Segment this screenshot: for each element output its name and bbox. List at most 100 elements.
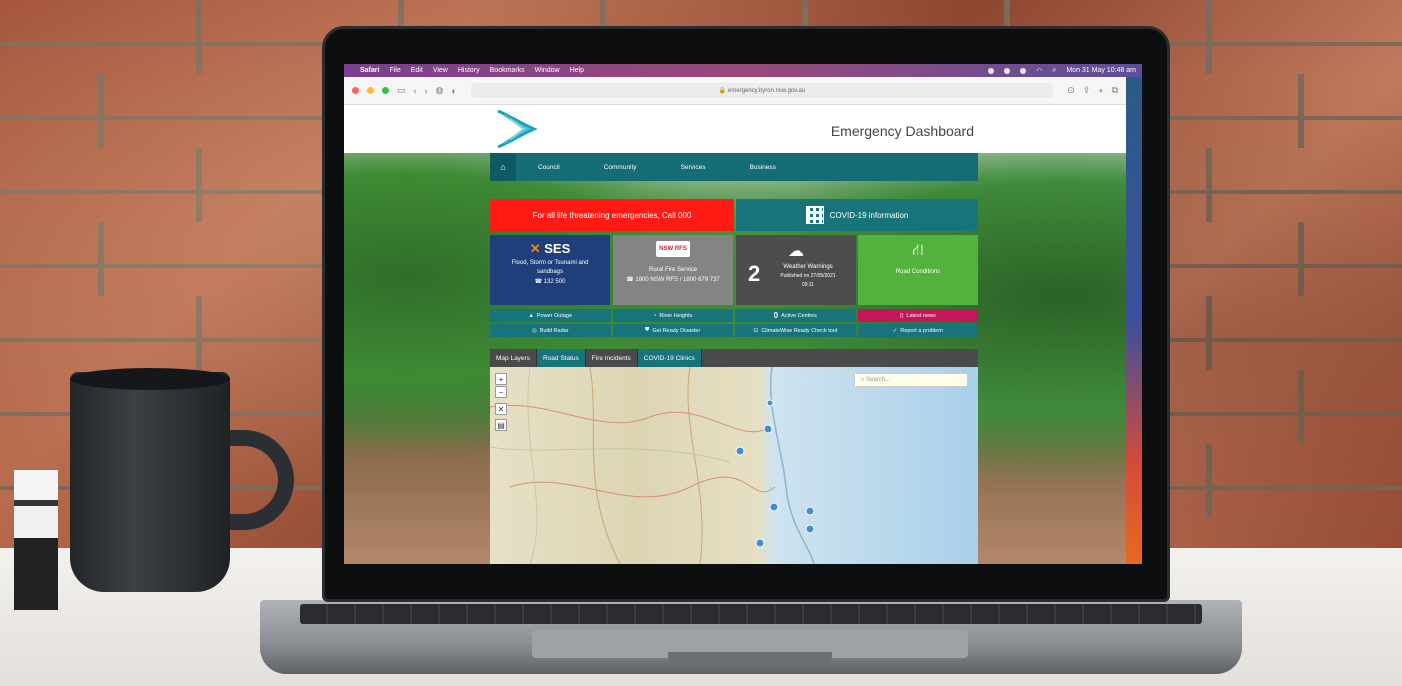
- site-content: ⌂ Council Community Services Business Fo…: [344, 153, 1126, 564]
- ses-line2: sandbags: [536, 269, 564, 275]
- menu-app-name[interactable]: Safari: [360, 67, 379, 74]
- ses-logo: ✕ SES: [490, 241, 610, 257]
- laptop-notch: [668, 652, 832, 666]
- wifi-icon[interactable]: ◠: [1036, 67, 1042, 75]
- zoom-in-button[interactable]: +: [495, 373, 507, 385]
- theme-icon[interactable]: ◐: [451, 86, 456, 96]
- nav-services[interactable]: Services: [659, 164, 728, 171]
- rfs-title: Rural Fire Service: [648, 267, 697, 273]
- map-view[interactable]: + − ✕ ▤ ⌕ Search...: [490, 367, 978, 564]
- report-problem-button[interactable]: ✓ Report a problem: [857, 324, 978, 337]
- main-nav: ⌂ Council Community Services Business: [490, 153, 978, 181]
- desktop-wallpaper-strip: [1126, 77, 1142, 564]
- tab-overview-icon[interactable]: ⧉: [1112, 85, 1118, 96]
- rfs-logo: NSW RFS: [656, 241, 690, 257]
- build-radar-button[interactable]: ◎ Build Radar: [490, 324, 611, 337]
- nav-council[interactable]: Council: [516, 164, 582, 171]
- layers-icon[interactable]: ▤: [495, 419, 507, 431]
- nav-business[interactable]: Business: [728, 164, 798, 171]
- radar-icon: ◎: [531, 327, 537, 334]
- roads-title: Road Conditions: [895, 269, 941, 275]
- back-icon[interactable]: ‹: [414, 86, 417, 96]
- map-search-placeholder: Search...: [866, 377, 891, 383]
- sidebar-icon[interactable]: ▭: [397, 85, 406, 96]
- power-outage-button[interactable]: ▲ Power Outage: [490, 309, 611, 322]
- menu-window[interactable]: Window: [535, 67, 560, 74]
- climatewise-button[interactable]: ☑ ClimateWise Ready Check tool: [735, 324, 856, 337]
- tab-covid-clinics[interactable]: COVID-19 Clinics: [637, 349, 702, 367]
- browser-toolbar: ▭ ‹ › ◍ ◐ 🔒 emergency.byron.nsw.gov.au ⊙…: [344, 77, 1126, 105]
- quick-links-row-2: ◎ Build Radar ⛊ Get Ready Disaster ☑ Climat…: [490, 324, 978, 337]
- menu-view[interactable]: View: [433, 67, 448, 74]
- ses-line1: Flood, Storm or Tsunami and: [511, 260, 589, 266]
- forward-icon[interactable]: ›: [425, 86, 428, 96]
- latest-news-label: Latest news: [906, 312, 936, 319]
- active-centres-button[interactable]: 0 Active Centres: [735, 309, 856, 322]
- check-icon: ✓: [892, 327, 898, 334]
- rfs-tile[interactable]: NSW RFS Rural Fire Service ☎ 1800 NSW RF…: [613, 235, 733, 305]
- river-heights-button[interactable]: ◔ River Heights: [612, 309, 733, 322]
- safari-window: ▭ ‹ › ◍ ◐ 🔒 emergency.byron.nsw.gov.au ⊙…: [344, 77, 1126, 564]
- report-problem-label: Report a problem: [900, 327, 943, 334]
- nav-community[interactable]: Community: [582, 164, 659, 171]
- site-header: Emergency Dashboard: [344, 105, 1126, 153]
- tab-road-status[interactable]: Road Status: [536, 349, 586, 367]
- home-icon[interactable]: ⌂: [490, 153, 516, 181]
- status-icon[interactable]: [988, 67, 995, 74]
- lock-icon: 🔒: [718, 88, 728, 94]
- address-url: emergency.byron.nsw.gov.au: [728, 87, 806, 94]
- status-icon[interactable]: [1020, 67, 1027, 74]
- weather-warning-count: 2: [748, 261, 761, 286]
- menu-help[interactable]: Help: [570, 67, 584, 74]
- road-conditions-tile[interactable]: ⛙ Road Conditions: [858, 235, 978, 305]
- get-ready-label: Get Ready Disaster: [652, 327, 701, 334]
- weather-warnings-tile[interactable]: ☁ 2 Weather Warnings Published on 27/05/…: [736, 235, 856, 305]
- fullscreen-map-icon[interactable]: ✕: [495, 403, 507, 415]
- menubar-clock[interactable]: Mon 31 May 10:48 am: [1066, 67, 1136, 74]
- new-tab-icon[interactable]: +: [1098, 86, 1103, 96]
- coffee-mug: [70, 372, 230, 592]
- get-ready-button[interactable]: ⛊ Get Ready Disaster: [612, 324, 733, 337]
- warning-icon: ▲: [528, 312, 534, 319]
- tab-fire-incidents[interactable]: Fire Incidents: [586, 349, 638, 367]
- privacy-icon[interactable]: ◍: [436, 85, 444, 96]
- mug-rim: [70, 368, 230, 390]
- rss-icon: )): [899, 312, 904, 319]
- search-icon[interactable]: ⌕: [1052, 67, 1056, 75]
- latest-news-button[interactable]: )) Latest news: [857, 309, 978, 322]
- status-icon[interactable]: [1004, 67, 1011, 74]
- tab-map-layers[interactable]: Map Layers: [490, 349, 537, 367]
- minimize-window-button[interactable]: [367, 87, 374, 94]
- menu-bookmarks[interactable]: Bookmarks: [490, 67, 525, 74]
- address-bar[interactable]: 🔒 emergency.byron.nsw.gov.au: [470, 83, 1054, 98]
- shield-icon: ⛊: [645, 327, 650, 333]
- map-tabs: Map Layers Road Status Fire Incidents CO…: [490, 349, 978, 367]
- map-search-input[interactable]: ⌕ Search...: [854, 373, 968, 387]
- quick-links-row-1: ▲ Power Outage ◔ River Heights 0 Active Cen…: [490, 309, 978, 322]
- zoom-out-button[interactable]: −: [495, 386, 507, 398]
- menu-edit[interactable]: Edit: [411, 67, 423, 74]
- share-icon[interactable]: ⇪: [1083, 85, 1091, 96]
- download-icon[interactable]: ⊙: [1067, 85, 1075, 96]
- cloud-lightning-icon: ☁: [788, 243, 804, 260]
- ses-tile[interactable]: ✕ SES Flood, Storm or Tsunami and sandba…: [490, 235, 610, 305]
- covid-info-banner[interactable]: COVID-19 information: [736, 199, 978, 231]
- gauge-icon: ◔: [653, 312, 657, 319]
- build-radar-label: Build Radar: [539, 327, 569, 334]
- menu-history[interactable]: History: [458, 67, 480, 74]
- ses-logo-text: SES: [544, 241, 571, 256]
- macos-menubar: Safari File Edit View History Bookmarks …: [344, 64, 1142, 77]
- emergency-call-banner[interactable]: For all life threatening emergencies, Ca…: [490, 199, 734, 231]
- road-icon: ⛙: [912, 242, 924, 259]
- council-logo-icon[interactable]: [494, 109, 538, 149]
- active-centres-count: 0: [773, 311, 779, 320]
- fullscreen-window-button[interactable]: [382, 87, 389, 94]
- page-title: Emergency Dashboard: [830, 123, 974, 139]
- ses-mark: ✕: [529, 241, 541, 256]
- checkbox-icon: ☑: [753, 327, 759, 334]
- menu-file[interactable]: File: [389, 67, 400, 74]
- close-window-button[interactable]: [352, 87, 359, 94]
- ses-phone: ☎ 132 500: [534, 279, 566, 285]
- climatewise-label: ClimateWise Ready Check tool: [761, 327, 838, 334]
- map-canvas: [490, 367, 815, 564]
